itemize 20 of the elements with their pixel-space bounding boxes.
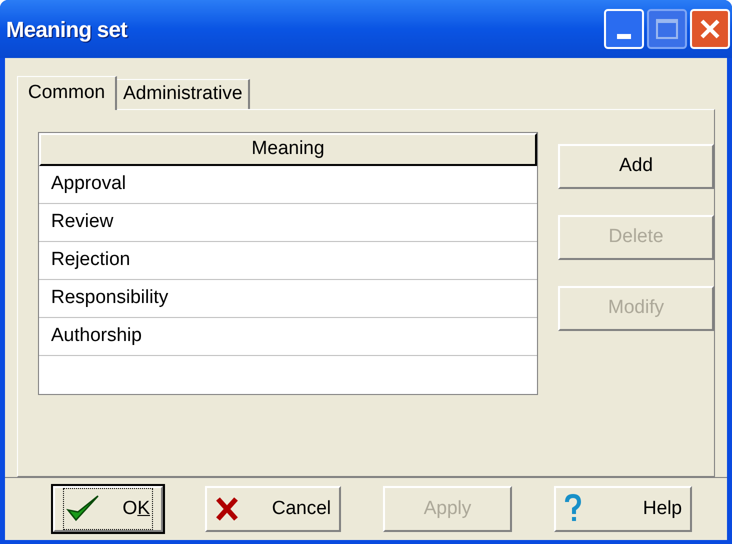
tab[interactable]: Common: [17, 76, 118, 110]
list-row[interactable]: Review: [39, 204, 537, 242]
help-button[interactable]: Help: [554, 486, 692, 532]
minimize-button[interactable]: [604, 9, 644, 49]
add-button[interactable]: Add: [558, 144, 714, 189]
window-title: Meaning set: [6, 16, 128, 44]
maximize-button[interactable]: [647, 9, 687, 49]
list-row[interactable]: Rejection: [39, 242, 537, 280]
column-header[interactable]: Meaning: [39, 133, 537, 166]
ok-button[interactable]: OK: [53, 486, 163, 532]
list-row[interactable]: Responsibility: [39, 280, 537, 318]
cross-icon: [215, 496, 239, 522]
cancel-button[interactable]: Cancel: [205, 486, 341, 532]
close-button[interactable]: [690, 9, 730, 49]
list-row[interactable]: Authorship: [39, 318, 537, 356]
question-mark-icon: [564, 494, 582, 524]
tab[interactable]: Administrative: [117, 79, 250, 109]
list-row[interactable]: Approval: [39, 166, 537, 204]
close-icon: [698, 17, 722, 41]
checkmark-icon: [66, 494, 100, 524]
